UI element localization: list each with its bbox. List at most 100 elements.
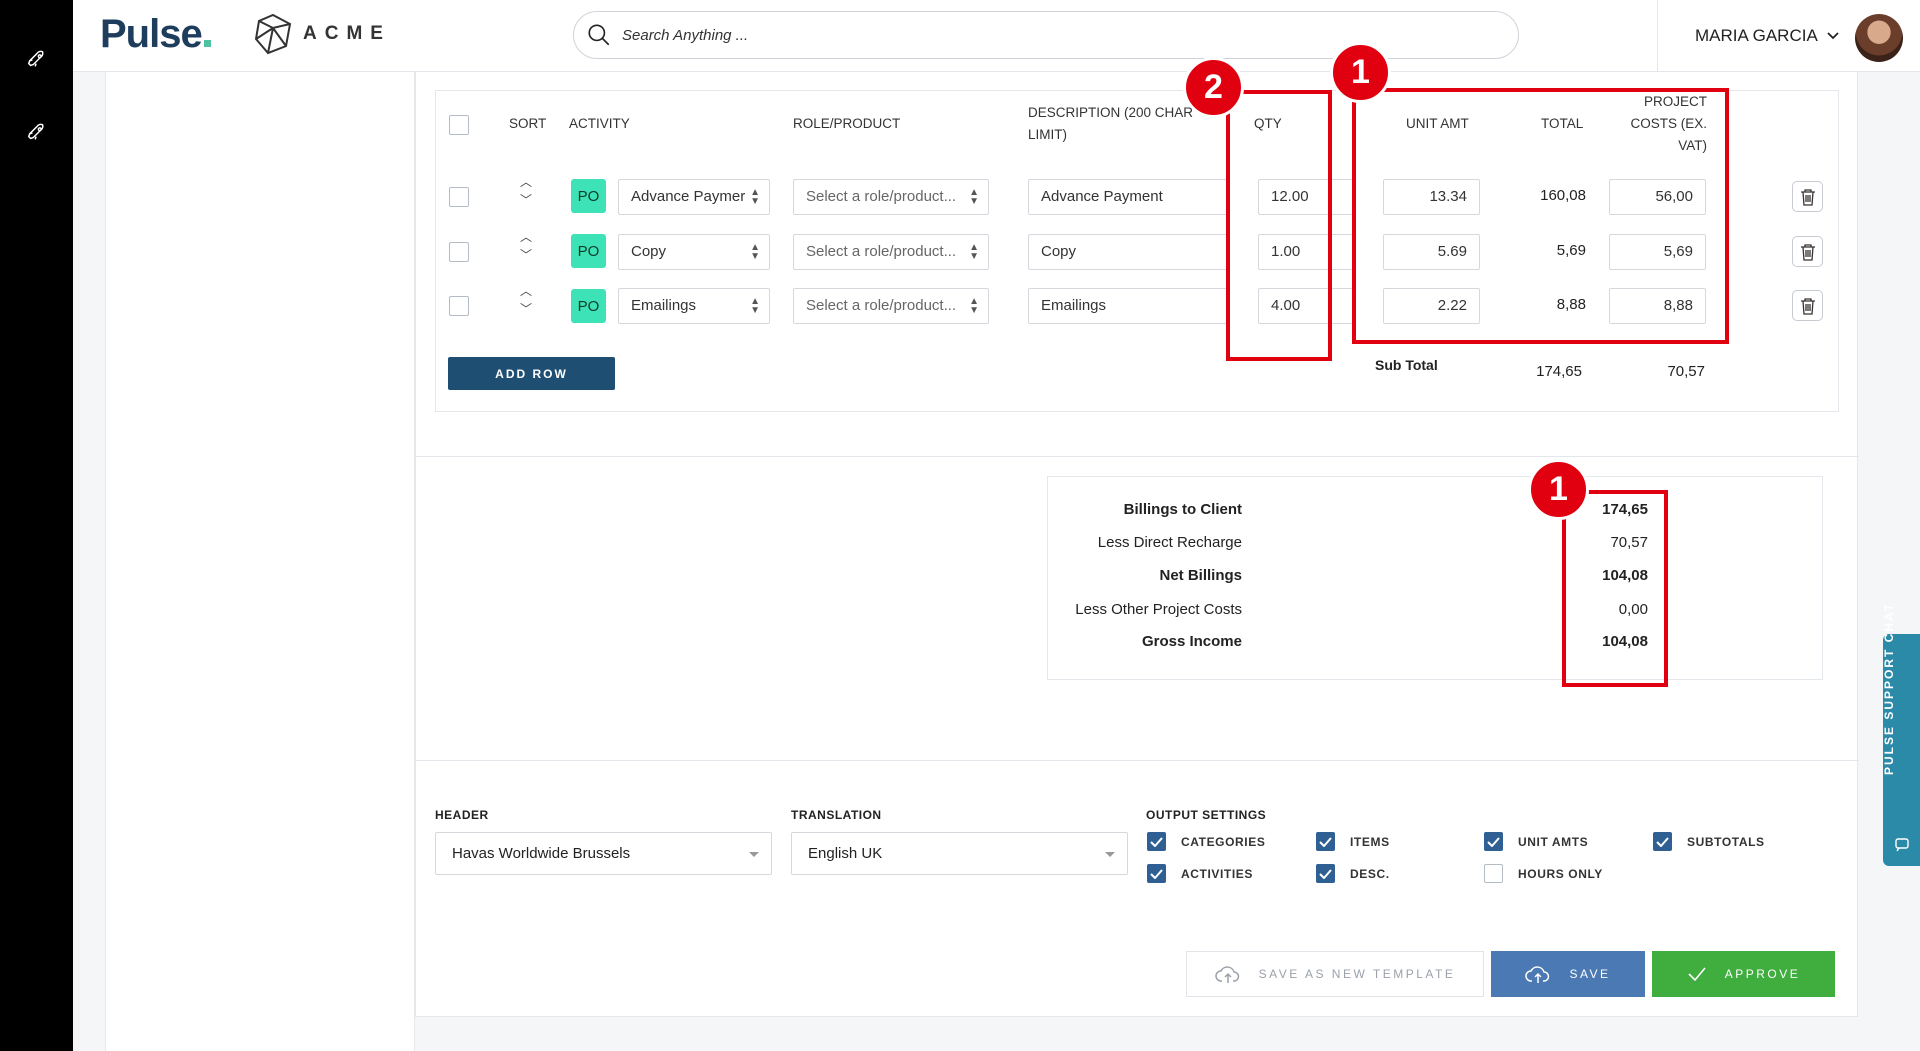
check-icon [1319, 836, 1332, 847]
trash-icon [1800, 243, 1815, 261]
col-header-description: DESCRIPTION (200 CHAR LIMIT) [1028, 105, 1194, 142]
description-input[interactable]: Emailings [1028, 288, 1230, 324]
section-divider [416, 456, 1859, 457]
user-menu[interactable]: MARIA GARCIA [1695, 26, 1840, 46]
add-row-button[interactable]: ADD ROW [448, 357, 615, 390]
desc-checkbox[interactable] [1316, 864, 1335, 883]
po-tag: PO [571, 289, 606, 323]
caret-down-icon [749, 852, 759, 857]
select-arrows-icon: ▲ ▼ [750, 242, 760, 262]
save-as-template-button[interactable]: SAVE AS NEW TEMPLATE [1186, 951, 1484, 997]
categories-checkbox[interactable] [1147, 832, 1166, 851]
items-checkbox[interactable] [1316, 832, 1335, 851]
translation-select[interactable]: English UK [791, 832, 1128, 875]
activity-select[interactable]: Copy ▲ ▼ [618, 234, 770, 270]
rocket-icon[interactable] [24, 119, 50, 145]
section-divider [416, 760, 1859, 761]
delete-row-button[interactable] [1792, 290, 1823, 321]
translation-field-label: TRANSLATION [791, 808, 882, 822]
activity-value: Copy [631, 243, 667, 260]
client-logo: ACME [253, 13, 391, 55]
subtotals-checkbox[interactable] [1653, 832, 1672, 851]
save-label: SAVE [1569, 967, 1611, 981]
activity-value: Emailings [631, 297, 697, 314]
chat-icon [1895, 838, 1909, 852]
save-button[interactable]: SAVE [1491, 951, 1645, 997]
logo-dot [203, 40, 211, 47]
translation-select-value: English UK [808, 845, 883, 862]
output-settings-label: OUTPUT SETTINGS [1146, 808, 1267, 822]
header-select[interactable]: Havas Worldwide Brussels [435, 832, 772, 875]
sort-down-icon[interactable]: ﹀ [518, 302, 534, 316]
activities-checkbox[interactable] [1147, 864, 1166, 883]
sort-up-icon[interactable]: ︿ [518, 230, 534, 244]
role-select[interactable]: Select a role/product... ▲ ▼ [793, 234, 989, 270]
col-header-role: ROLE/PRODUCT [793, 116, 901, 131]
polyhedron-icon [254, 13, 292, 55]
unit-amts-label: UNIT AMTS [1518, 835, 1589, 849]
search-icon [588, 24, 610, 46]
check-icon [1487, 836, 1500, 847]
subtotal-total: 174,65 [1536, 363, 1582, 380]
cloud-upload-icon [1214, 966, 1239, 983]
trash-icon [1800, 297, 1815, 315]
left-panel [105, 72, 415, 1051]
select-arrows-icon: ▲ ▼ [969, 187, 979, 207]
divider [1657, 0, 1658, 72]
description-input[interactable]: Copy [1028, 234, 1230, 270]
po-tag: PO [571, 234, 606, 268]
annotation-box-qty [1226, 90, 1332, 361]
summary-label: Gross Income [1141, 633, 1242, 650]
header-field-label: HEADER [435, 808, 489, 822]
activity-select[interactable]: Emailings ▲ ▼ [618, 288, 770, 324]
billing-summary: Billings to Client 174,65 Less Direct Re… [1047, 476, 1823, 680]
user-name: MARIA GARCIA [1695, 26, 1818, 45]
role-value: Select a role/product... [806, 188, 957, 205]
check-icon [1656, 836, 1669, 847]
summary-label: Less Direct Recharge [1097, 534, 1242, 551]
save-as-template-label: SAVE AS NEW TEMPLATE [1258, 967, 1456, 981]
role-select[interactable]: Select a role/product... ▲ ▼ [793, 288, 989, 324]
delete-row-button[interactable] [1792, 181, 1823, 212]
search-input[interactable] [622, 26, 1502, 44]
summary-label: Less Other Project Costs [1075, 601, 1242, 618]
top-bar: Pulse ACME MARIA GARCIA [73, 0, 1920, 72]
cloud-upload-icon [1525, 966, 1550, 983]
sort-up-icon[interactable]: ︿ [518, 284, 534, 298]
avatar[interactable] [1855, 14, 1903, 62]
role-value: Select a role/product... [806, 297, 957, 314]
row-checkbox[interactable] [449, 296, 469, 316]
delete-row-button[interactable] [1792, 236, 1823, 267]
unit-amts-checkbox[interactable] [1484, 832, 1503, 851]
header-select-value: Havas Worldwide Brussels [452, 845, 631, 862]
hours-only-label: HOURS ONLY [1518, 867, 1603, 881]
sort-down-icon[interactable]: ﹀ [518, 248, 534, 262]
sort-up-icon[interactable]: ︿ [518, 175, 534, 189]
subtotal-label: Sub Total [1375, 357, 1438, 373]
role-select[interactable]: Select a role/product... ▲ ▼ [793, 179, 989, 215]
row-checkbox[interactable] [449, 242, 469, 262]
annotation-badge: 1 [1330, 42, 1391, 103]
approve-button[interactable]: APPROVE [1652, 951, 1835, 997]
select-arrows-icon: ▲ ▼ [750, 296, 760, 316]
pulse-logo[interactable]: Pulse [100, 12, 211, 57]
sort-down-icon[interactable]: ﹀ [518, 193, 534, 207]
items-label: ITEMS [1350, 835, 1390, 849]
subtotals-label: SUBTOTALS [1687, 835, 1765, 849]
select-all-checkbox[interactable] [449, 115, 469, 135]
activity-select[interactable]: Advance Paymer ▲ ▼ [618, 179, 770, 215]
annotation-box-amounts [1352, 88, 1729, 344]
col-header-activity: ACTIVITY [569, 116, 630, 131]
rocket-icon[interactable] [24, 46, 50, 72]
desc-label: DESC. [1350, 867, 1390, 881]
row-checkbox[interactable] [449, 187, 469, 207]
check-icon [1688, 967, 1706, 982]
check-icon [1319, 868, 1332, 879]
summary-label: Net Billings [1159, 567, 1242, 584]
description-input[interactable]: Advance Payment [1028, 179, 1230, 215]
select-arrows-icon: ▲ ▼ [969, 242, 979, 262]
subtotal-project-costs: 70,57 [1667, 363, 1705, 380]
po-tag: PO [571, 179, 606, 213]
role-value: Select a role/product... [806, 243, 957, 260]
hours-only-checkbox[interactable] [1484, 864, 1503, 883]
